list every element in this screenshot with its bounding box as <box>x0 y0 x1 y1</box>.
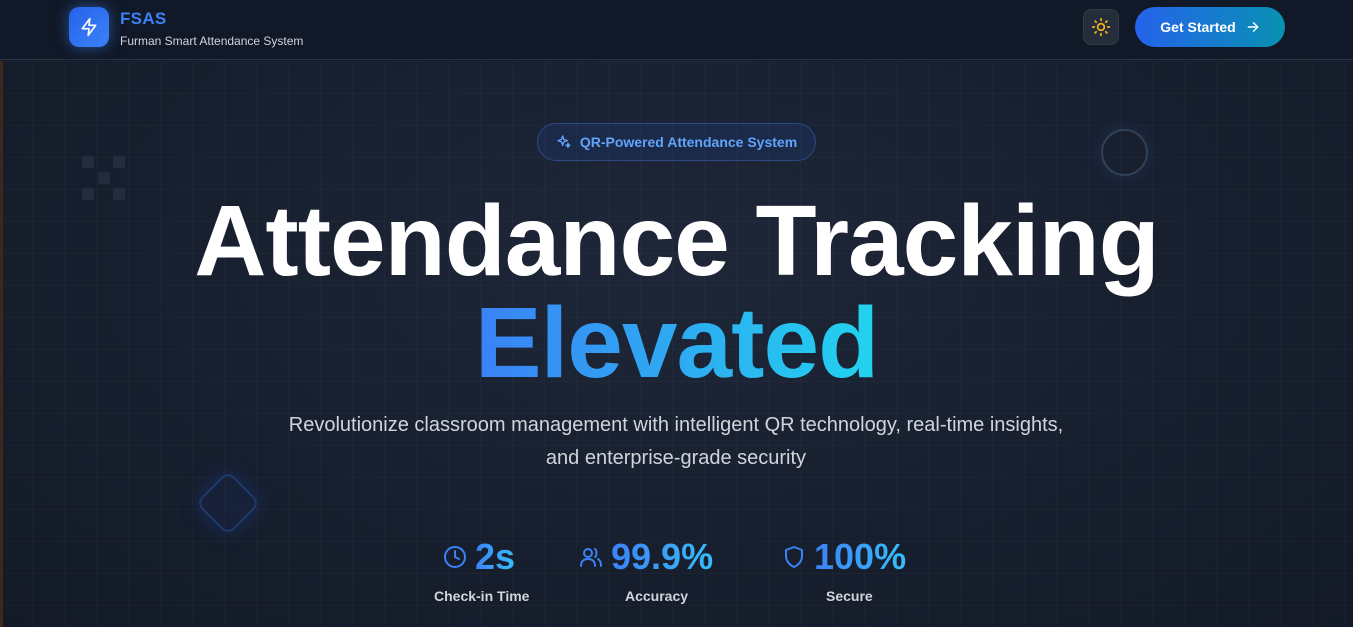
sun-icon <box>1091 17 1111 37</box>
bolt-icon <box>81 17 97 37</box>
feature-badge: QR-Powered Attendance System <box>537 123 816 161</box>
brand-title: FSAS <box>120 9 167 28</box>
hero-title-line1: Attendance Tracking <box>194 185 1160 297</box>
decorative-circle <box>1101 129 1148 176</box>
clock-icon <box>444 546 466 568</box>
theme-toggle-button[interactable] <box>1083 9 1119 45</box>
stat-label: Check-in Time <box>434 588 530 604</box>
decorative-square <box>113 156 125 168</box>
get-started-button[interactable]: Get Started <box>1135 7 1285 47</box>
stat-label: Secure <box>826 588 873 604</box>
feature-badge-label: QR-Powered Attendance System <box>579 134 798 150</box>
stat-label: Accuracy <box>625 588 689 604</box>
stat-value: 2s <box>475 536 516 577</box>
landing-page: FSAS Furman Smart Attendance System Get … <box>0 0 1353 627</box>
users-icon <box>580 548 602 567</box>
sparkles-icon <box>557 135 571 148</box>
hero-title-highlight: Elevated <box>474 287 879 399</box>
shield-icon <box>785 546 803 568</box>
top-header: FSAS Furman Smart Attendance System Get … <box>0 0 1353 60</box>
logo[interactable] <box>69 7 109 47</box>
stat-accuracy: 99.9% Accuracy <box>579 536 739 616</box>
stat-value: 99.9% <box>611 536 714 577</box>
brand-subtitle: Furman Smart Attendance System <box>120 34 304 48</box>
stat-checkin-time: 2s Check-in Time <box>434 536 533 616</box>
hero-title-line2: Elevated <box>0 288 1353 398</box>
stat-value: 100% <box>814 536 907 577</box>
stat-secure: 100% Secure <box>782 536 922 616</box>
arrow-right-icon <box>1247 22 1259 32</box>
decorative-square <box>98 172 110 184</box>
decorative-square <box>82 156 94 168</box>
hero-subtitle: Revolutionize classroom management with … <box>288 414 1064 469</box>
get-started-label: Get Started <box>1160 19 1236 35</box>
